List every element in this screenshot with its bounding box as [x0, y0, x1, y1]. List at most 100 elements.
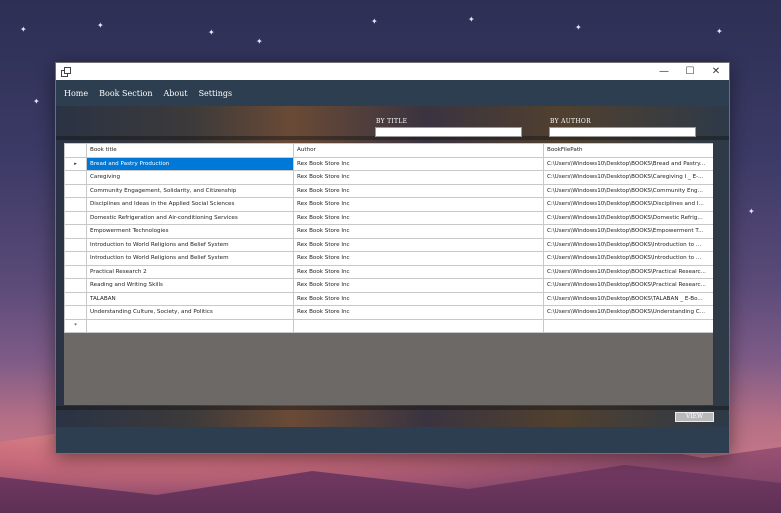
row-header-corner [64, 143, 87, 158]
book-section-panel: BY TITLE BY AUTHOR Book title Author Boo… [56, 106, 729, 428]
book-title-cell[interactable]: Introduction to World Religions and Beli… [86, 251, 294, 266]
app-icon [61, 67, 71, 77]
author-cell[interactable]: Rex Book Store Inc [293, 264, 544, 279]
current-row-marker-icon: ▸ [74, 160, 77, 167]
star-icon: ✦ [33, 97, 40, 106]
row-header[interactable] [64, 210, 87, 225]
star-icon: ✦ [748, 207, 755, 216]
maximize-icon[interactable]: ☐ [677, 63, 703, 80]
book-title-cell[interactable]: TALABAN [86, 291, 294, 306]
table-row[interactable]: Community Engagement, Solidarity, and Ci… [64, 183, 713, 198]
author-cell[interactable]: Rex Book Store Inc [293, 156, 544, 171]
file-path-cell[interactable]: C:\Users\Windows10\Desktop\BOOKS\Practic… [543, 264, 713, 279]
file-path-cell[interactable]: C:\Users\Windows10\Desktop\BOOKS\Discipl… [543, 197, 713, 212]
menu-bar: Home Book Section About Settings [56, 80, 729, 106]
author-cell[interactable]: Rex Book Store Inc [293, 224, 544, 239]
book-title-cell[interactable]: Caregiving [86, 170, 294, 185]
star-icon: ✦ [716, 27, 723, 36]
row-header[interactable] [64, 251, 87, 266]
book-title-cell[interactable]: Disciplines and Ideas in the Applied Soc… [86, 197, 294, 212]
table-row[interactable]: Introduction to World Religions and Beli… [64, 237, 713, 252]
author-cell[interactable]: Rex Book Store Inc [293, 278, 544, 293]
file-path-cell[interactable]: C:\Users\Windows10\Desktop\BOOKS\Introdu… [543, 251, 713, 266]
star-icon: ✦ [208, 28, 215, 37]
star-icon: ✦ [371, 17, 378, 26]
empty-cell[interactable] [86, 318, 294, 333]
star-icon: ✦ [575, 23, 582, 32]
author-search-input[interactable] [549, 127, 696, 137]
row-header[interactable] [64, 224, 87, 239]
menu-settings[interactable]: Settings [199, 89, 233, 98]
column-header-file-path[interactable]: BookFilePath [543, 143, 713, 158]
row-header[interactable] [64, 291, 87, 306]
by-author-label: BY AUTHOR [550, 118, 591, 125]
by-title-label: BY TITLE [376, 118, 408, 125]
title-search-input[interactable] [375, 127, 522, 137]
author-cell[interactable]: Rex Book Store Inc [293, 291, 544, 306]
file-path-cell[interactable]: C:\Users\Windows10\Desktop\BOOKS\Underst… [543, 305, 713, 320]
star-icon: ✦ [468, 15, 475, 24]
table-row[interactable]: TALABAN Rex Book Store Inc C:\Users\Window… [64, 291, 713, 306]
book-title-cell[interactable]: Practical Research 2 [86, 264, 294, 279]
book-title-cell[interactable]: Community Engagement, Solidarity, and Ci… [86, 183, 294, 198]
file-path-cell[interactable]: C:\Users\Windows10\Desktop\BOOKS\Communi… [543, 183, 713, 198]
file-path-cell[interactable]: C:\Users\Windows10\Desktop\BOOKS\TALABAN… [543, 291, 713, 306]
view-button[interactable]: VIEW [675, 412, 714, 422]
minimize-icon[interactable]: — [651, 63, 677, 80]
author-cell[interactable]: Rex Book Store Inc [293, 183, 544, 198]
row-header[interactable] [64, 305, 87, 320]
book-title-cell[interactable]: Introduction to World Religions and Beli… [86, 237, 294, 252]
file-path-cell[interactable]: C:\Users\Windows10\Desktop\BOOKS\Practic… [543, 278, 713, 293]
row-header[interactable] [64, 278, 87, 293]
file-path-cell[interactable]: C:\Users\Windows10\Desktop\BOOKS\Bread a… [543, 156, 713, 171]
app-window: — ☐ ✕ Home Book Section About Settings B… [55, 62, 730, 454]
shelf-decoration [56, 406, 729, 410]
title-bar[interactable]: — ☐ ✕ [56, 63, 729, 80]
menu-home[interactable]: Home [64, 89, 88, 98]
book-title-cell[interactable]: Empowerment Technologies [86, 224, 294, 239]
table-row[interactable]: Understanding Culture, Society, and Poli… [64, 305, 713, 320]
menu-about[interactable]: About [163, 89, 187, 98]
row-header[interactable] [64, 264, 87, 279]
row-header[interactable] [64, 197, 87, 212]
status-bar [56, 427, 729, 453]
book-title-cell[interactable]: Bread and Pastry Production [86, 156, 294, 171]
column-header-book-title[interactable]: Book title [86, 143, 294, 158]
books-grid[interactable]: Book title Author BookFilePath ▸ Bread an… [64, 143, 713, 405]
column-header-author[interactable]: Author [293, 143, 544, 158]
author-cell[interactable]: Rex Book Store Inc [293, 251, 544, 266]
close-icon[interactable]: ✕ [703, 63, 729, 80]
table-row[interactable]: ▸ Bread and Pastry Production Rex Book Sto… [64, 156, 713, 171]
file-path-cell[interactable]: C:\Users\Windows10\Desktop\BOOKS\Introdu… [543, 237, 713, 252]
new-row-marker[interactable]: * [64, 318, 87, 333]
menu-book-section[interactable]: Book Section [99, 89, 152, 98]
table-row[interactable]: Practical Research 2 Rex Book Store Inc C:… [64, 264, 713, 279]
author-cell[interactable]: Rex Book Store Inc [293, 197, 544, 212]
book-title-cell[interactable]: Understanding Culture, Society, and Poli… [86, 305, 294, 320]
book-title-cell[interactable]: Reading and Writing Skills [86, 278, 294, 293]
row-header[interactable] [64, 170, 87, 185]
row-header[interactable] [64, 183, 87, 198]
file-path-cell[interactable]: C:\Users\Windows10\Desktop\BOOKS\Domesti… [543, 210, 713, 225]
file-path-cell[interactable]: C:\Users\Windows10\Desktop\BOOKS\Caregiv… [543, 170, 713, 185]
empty-cell[interactable] [293, 318, 544, 333]
empty-cell[interactable] [543, 318, 713, 333]
table-row[interactable]: Empowerment Technologies Rex Book Store I… [64, 224, 713, 239]
star-icon: ✦ [256, 37, 263, 46]
author-cell[interactable]: Rex Book Store Inc [293, 170, 544, 185]
author-cell[interactable]: Rex Book Store Inc [293, 237, 544, 252]
table-row[interactable]: Introduction to World Religions and Beli… [64, 251, 713, 266]
table-row[interactable]: Domestic Refrigeration and Air-condition… [64, 210, 713, 225]
file-path-cell[interactable]: C:\Users\Windows10\Desktop\BOOKS\Empower… [543, 224, 713, 239]
author-cell[interactable]: Rex Book Store Inc [293, 210, 544, 225]
table-row[interactable]: Reading and Writing Skills Rex Book Store… [64, 278, 713, 293]
table-row[interactable]: Caregiving Rex Book Store Inc C:\Users\Win… [64, 170, 713, 185]
table-row[interactable]: Disciplines and Ideas in the Applied Soc… [64, 197, 713, 212]
row-header[interactable] [64, 237, 87, 252]
author-cell[interactable]: Rex Book Store Inc [293, 305, 544, 320]
book-title-cell[interactable]: Domestic Refrigeration and Air-condition… [86, 210, 294, 225]
star-icon: ✦ [97, 21, 104, 30]
grid-header-row: Book title Author BookFilePath [64, 143, 713, 158]
new-row[interactable]: * [64, 318, 713, 333]
row-header[interactable]: ▸ [64, 156, 87, 171]
